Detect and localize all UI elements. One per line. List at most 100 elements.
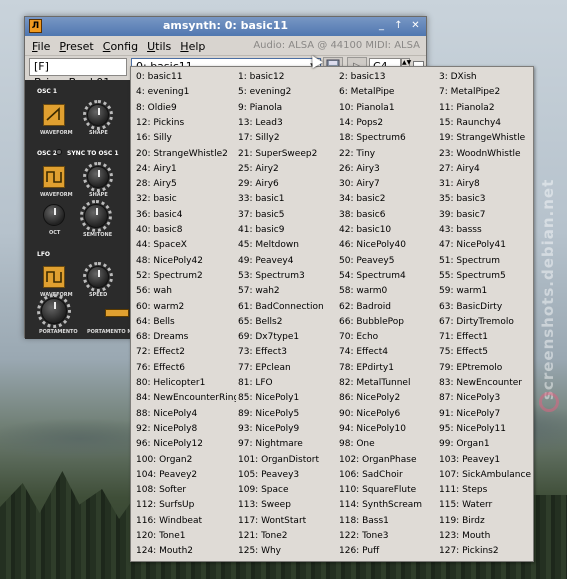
bank-select[interactable]: [F] BriansBank01 bbox=[29, 58, 127, 89]
preset-item[interactable]: 73: Effect3 bbox=[238, 345, 338, 360]
osc1-waveform-button[interactable] bbox=[43, 104, 65, 126]
preset-item[interactable]: 37: basic5 bbox=[238, 208, 338, 223]
preset-item[interactable]: 63: BasicDirty bbox=[439, 300, 539, 315]
preset-item[interactable]: 69: Dx7type1 bbox=[238, 330, 338, 345]
preset-item[interactable]: 86: NicePoly2 bbox=[339, 391, 439, 406]
preset-item[interactable]: 71: Effect1 bbox=[439, 330, 539, 345]
preset-item[interactable]: 46: NicePoly40 bbox=[339, 238, 439, 253]
osc2-octave-knob[interactable] bbox=[43, 204, 65, 226]
preset-item[interactable]: 44: SpaceX bbox=[136, 238, 236, 253]
preset-item[interactable]: 19: StrangeWhistle bbox=[439, 131, 539, 146]
preset-item[interactable]: 57: wah2 bbox=[238, 284, 338, 299]
preset-item[interactable]: 3: DXish bbox=[439, 70, 539, 85]
preset-item[interactable]: 67: DirtyTremolo bbox=[439, 315, 539, 330]
preset-item[interactable]: 113: Sweep bbox=[238, 498, 338, 513]
preset-item[interactable]: 85: NicePoly1 bbox=[238, 391, 338, 406]
preset-item[interactable]: 16: Silly bbox=[136, 131, 236, 146]
portamento-mode-select[interactable] bbox=[105, 309, 129, 317]
preset-item[interactable]: 13: Lead3 bbox=[238, 116, 338, 131]
preset-item[interactable]: 29: Airy6 bbox=[238, 177, 338, 192]
preset-item[interactable]: 98: One bbox=[339, 437, 439, 452]
menu-utils[interactable]: Utils bbox=[147, 40, 171, 53]
titlebar[interactable]: Л amsynth: 0: basic11 _ ↑ ✕ bbox=[25, 17, 426, 36]
preset-item[interactable]: 83: NewEncounter bbox=[439, 376, 539, 391]
preset-item[interactable]: 56: wah bbox=[136, 284, 236, 299]
preset-item[interactable]: 97: Nightmare bbox=[238, 437, 338, 452]
preset-item[interactable]: 21: SuperSweep2 bbox=[238, 147, 338, 162]
preset-item[interactable]: 84: NewEncounterRing bbox=[136, 391, 236, 406]
preset-item[interactable]: 49: Peavey4 bbox=[238, 254, 338, 269]
preset-item[interactable]: 106: SadChoir bbox=[339, 468, 439, 483]
preset-item[interactable]: 92: NicePoly8 bbox=[136, 422, 236, 437]
preset-item[interactable]: 68: Dreams bbox=[136, 330, 236, 345]
preset-item[interactable]: 104: Peavey2 bbox=[136, 468, 236, 483]
preset-item[interactable]: 99: Organ1 bbox=[439, 437, 539, 452]
preset-item[interactable]: 121: Tone2 bbox=[238, 529, 338, 544]
preset-item[interactable]: 120: Tone1 bbox=[136, 529, 236, 544]
preset-item[interactable]: 102: OrganPhase bbox=[339, 453, 439, 468]
preset-item[interactable]: 127: Pickins2 bbox=[439, 544, 539, 559]
preset-item[interactable]: 80: Helicopter1 bbox=[136, 376, 236, 391]
preset-item[interactable]: 122: Tone3 bbox=[339, 529, 439, 544]
preset-item[interactable]: 31: Airy8 bbox=[439, 177, 539, 192]
sync-toggle[interactable] bbox=[56, 149, 62, 155]
preset-item[interactable]: 112: SurfsUp bbox=[136, 498, 236, 513]
preset-item[interactable]: 115: Waterr bbox=[439, 498, 539, 513]
menu-help[interactable]: Help bbox=[180, 40, 205, 53]
preset-item[interactable]: 91: NicePoly7 bbox=[439, 407, 539, 422]
preset-item[interactable]: 87: NicePoly3 bbox=[439, 391, 539, 406]
preset-item[interactable]: 15: Raunchy4 bbox=[439, 116, 539, 131]
preset-item[interactable]: 1: basic12 bbox=[238, 70, 338, 85]
preset-item[interactable]: 126: Puff bbox=[339, 544, 439, 559]
preset-item[interactable]: 82: MetalTunnel bbox=[339, 376, 439, 391]
preset-item[interactable]: 30: Airy7 bbox=[339, 177, 439, 192]
preset-item[interactable]: 53: Spectrum3 bbox=[238, 269, 338, 284]
preset-item[interactable]: 23: WoodnWhistle bbox=[439, 147, 539, 162]
preset-item[interactable]: 116: Windbeat bbox=[136, 514, 236, 529]
preset-item[interactable]: 77: EPclean bbox=[238, 361, 338, 376]
osc2-semitone-knob[interactable] bbox=[84, 204, 108, 228]
preset-item[interactable]: 8: Oldie9 bbox=[136, 101, 236, 116]
maximize-button[interactable]: ↑ bbox=[392, 19, 405, 32]
preset-item[interactable]: 50: Peavey5 bbox=[339, 254, 439, 269]
preset-item[interactable]: 11: Pianola2 bbox=[439, 101, 539, 116]
preset-item[interactable]: 28: Airy5 bbox=[136, 177, 236, 192]
preset-item[interactable]: 55: Spectrum5 bbox=[439, 269, 539, 284]
preset-item[interactable]: 6: MetalPipe bbox=[339, 85, 439, 100]
preset-item[interactable]: 118: Bass1 bbox=[339, 514, 439, 529]
preset-item[interactable]: 66: BubblePop bbox=[339, 315, 439, 330]
preset-item[interactable]: 95: NicePoly11 bbox=[439, 422, 539, 437]
preset-item[interactable]: 61: BadConnection bbox=[238, 300, 338, 315]
preset-item[interactable]: 119: Birdz bbox=[439, 514, 539, 529]
preset-item[interactable]: 100: Organ2 bbox=[136, 453, 236, 468]
preset-item[interactable]: 0: basic11 bbox=[136, 70, 236, 85]
preset-item[interactable]: 26: Airy3 bbox=[339, 162, 439, 177]
preset-item[interactable]: 74: Effect4 bbox=[339, 345, 439, 360]
preset-item[interactable]: 41: basic9 bbox=[238, 223, 338, 238]
preset-item[interactable]: 114: SynthScream bbox=[339, 498, 439, 513]
preset-item[interactable]: 75: Effect5 bbox=[439, 345, 539, 360]
preset-item[interactable]: 111: Steps bbox=[439, 483, 539, 498]
preset-item[interactable]: 14: Pops2 bbox=[339, 116, 439, 131]
preset-item[interactable]: 109: Space bbox=[238, 483, 338, 498]
minimize-button[interactable]: _ bbox=[375, 19, 388, 32]
preset-item[interactable]: 103: Peavey1 bbox=[439, 453, 539, 468]
preset-item[interactable]: 96: NicePoly12 bbox=[136, 437, 236, 452]
preset-item[interactable]: 45: Meltdown bbox=[238, 238, 338, 253]
preset-item[interactable]: 123: Mouth bbox=[439, 529, 539, 544]
preset-item[interactable]: 22: Tiny bbox=[339, 147, 439, 162]
preset-item[interactable]: 72: Effect2 bbox=[136, 345, 236, 360]
preset-item[interactable]: 25: Airy2 bbox=[238, 162, 338, 177]
preset-item[interactable]: 51: Spectrum bbox=[439, 254, 539, 269]
preset-item[interactable]: 65: Bells2 bbox=[238, 315, 338, 330]
preset-item[interactable]: 105: Peavey3 bbox=[238, 468, 338, 483]
preset-item[interactable]: 39: basic7 bbox=[439, 208, 539, 223]
preset-item[interactable]: 34: basic2 bbox=[339, 192, 439, 207]
preset-item[interactable]: 81: LFO bbox=[238, 376, 338, 391]
preset-item[interactable]: 18: Spectrum6 bbox=[339, 131, 439, 146]
osc2-waveform-button[interactable] bbox=[43, 166, 65, 188]
preset-item[interactable]: 117: WontStart bbox=[238, 514, 338, 529]
menu-preset[interactable]: Preset bbox=[59, 40, 93, 53]
preset-item[interactable]: 5: evening2 bbox=[238, 85, 338, 100]
preset-item[interactable]: 124: Mouth2 bbox=[136, 544, 236, 559]
